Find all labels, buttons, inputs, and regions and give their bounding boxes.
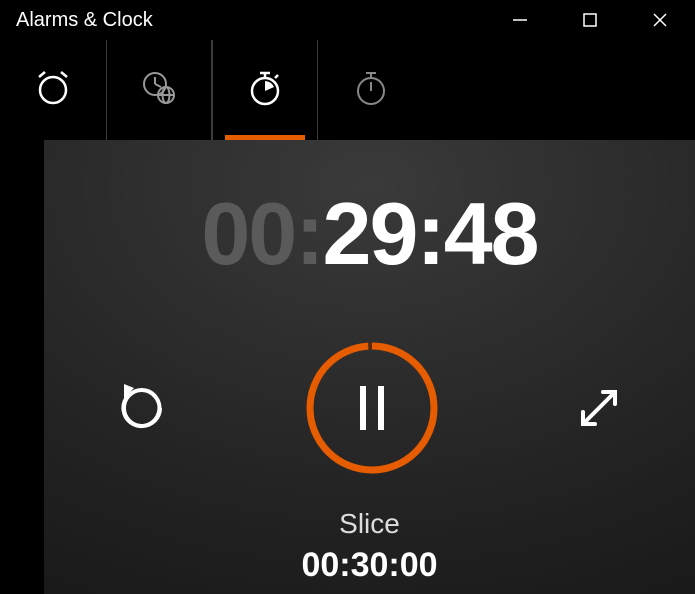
timer-controls xyxy=(44,338,695,478)
close-button[interactable] xyxy=(625,0,695,40)
tab-bar xyxy=(0,40,695,140)
time-remaining: 00:29:48 xyxy=(44,190,695,278)
tab-stopwatch[interactable] xyxy=(318,40,424,140)
maximize-button[interactable] xyxy=(555,0,625,40)
app-title: Alarms & Clock xyxy=(16,9,153,32)
tab-world-clock[interactable] xyxy=(106,40,212,140)
timer-name: Slice xyxy=(44,508,695,540)
timer-icon xyxy=(245,68,285,113)
alarm-icon xyxy=(33,68,73,113)
minimize-icon xyxy=(512,12,528,28)
close-icon xyxy=(652,12,668,28)
world-clock-icon xyxy=(139,68,179,113)
timer-total-duration: 00:30:00 xyxy=(44,546,695,585)
timer-panel: 00:29:48 xyxy=(44,140,695,594)
reset-icon xyxy=(114,380,170,436)
expand-button[interactable] xyxy=(573,382,625,434)
stopwatch-icon xyxy=(351,68,391,113)
titlebar: Alarms & Clock xyxy=(0,0,695,40)
tab-alarm[interactable] xyxy=(0,40,106,140)
tab-timer[interactable] xyxy=(212,40,318,140)
expand-icon xyxy=(573,382,625,434)
pause-icon xyxy=(360,386,384,430)
time-hours-dim: 00: xyxy=(201,184,322,283)
maximize-icon xyxy=(583,13,597,27)
pause-button[interactable] xyxy=(302,338,442,478)
window-controls xyxy=(485,0,695,40)
reset-button[interactable] xyxy=(114,380,170,436)
time-minutes-seconds: 29:48 xyxy=(323,184,538,283)
minimize-button[interactable] xyxy=(485,0,555,40)
timer-info: Slice 00:30:00 xyxy=(44,508,695,585)
